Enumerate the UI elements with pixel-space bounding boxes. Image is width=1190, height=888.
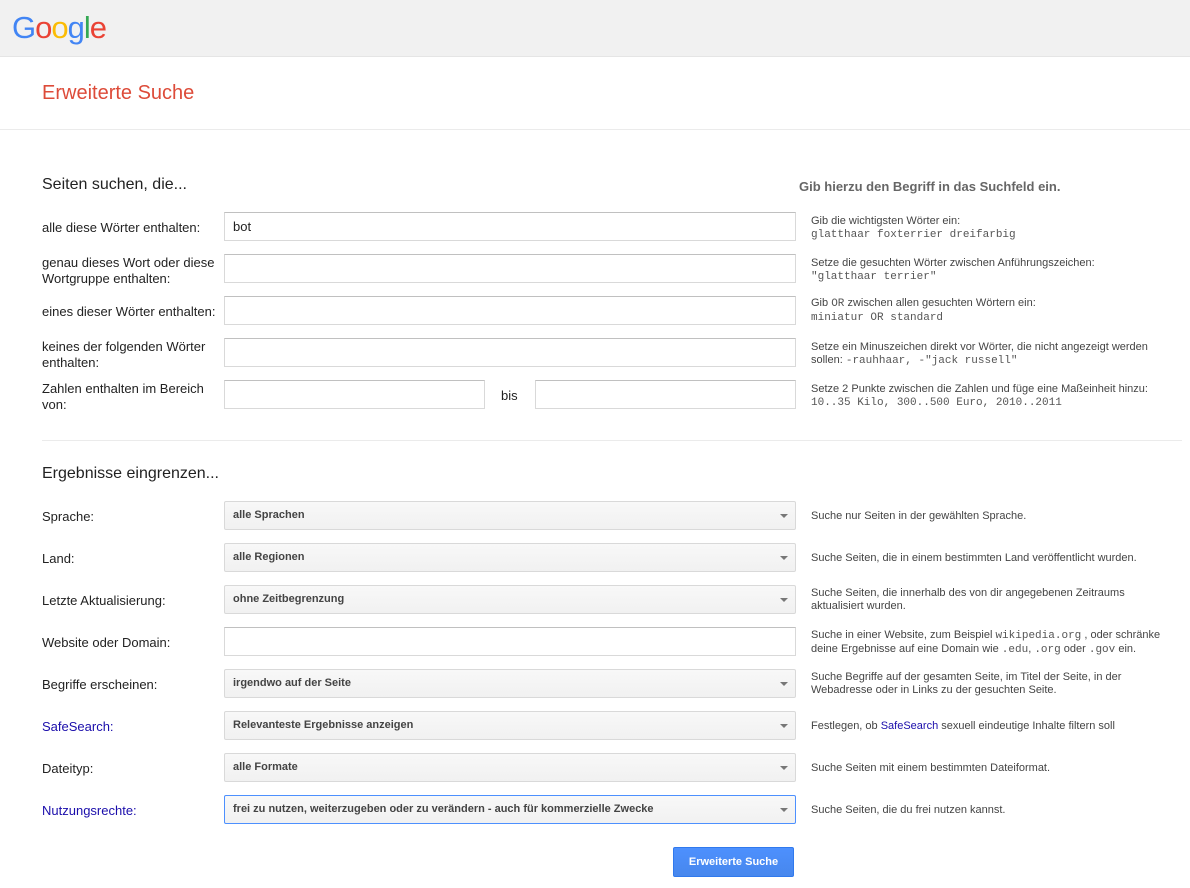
none-words-example: -rauhhaar, -"jack russell" bbox=[845, 355, 1018, 367]
terms-appear-value: irgendwo auf der Seite bbox=[233, 677, 351, 689]
page-title: Erweiterte Suche bbox=[42, 82, 195, 104]
logo-letter: o bbox=[35, 10, 52, 45]
any-words-help: Gib OR zwischen allen gesuchten Wörtern … bbox=[811, 297, 1036, 324]
last-update-value: ohne Zeitbegrenzung bbox=[233, 593, 345, 605]
usage-rights-value: frei zu nutzen, weiterzugeben oder zu ve… bbox=[233, 803, 654, 815]
region-select[interactable]: alle Regionen bbox=[224, 543, 796, 572]
safesearch-value: Relevanteste Ergebnisse anzeigen bbox=[233, 719, 414, 731]
chevron-down-icon bbox=[780, 556, 788, 560]
chevron-down-icon bbox=[780, 724, 788, 728]
language-label: Sprache: bbox=[42, 509, 95, 524]
logo-letter: o bbox=[51, 10, 68, 45]
range-from-input[interactable] bbox=[224, 380, 485, 409]
all-words-label: alle diese Wörter enthalten: bbox=[42, 220, 201, 235]
none-words-help: Setze ein Minuszeichen direkt vor Wörter… bbox=[811, 341, 1148, 367]
range-to-label: bis bbox=[501, 388, 518, 403]
terms-appear-help: Suche Begriffe auf der gesamten Seite, i… bbox=[811, 671, 1122, 696]
chevron-down-icon bbox=[780, 766, 788, 770]
region-label: Land: bbox=[42, 551, 75, 566]
number-range-label: Zahlen enthalten im Bereich von: bbox=[42, 381, 204, 412]
safesearch-help-link[interactable]: SafeSearch bbox=[881, 720, 938, 732]
number-range-help: Setze 2 Punkte zwischen die Zahlen und f… bbox=[811, 383, 1148, 409]
find-pages-heading: Seiten suchen, die... bbox=[42, 176, 187, 193]
exact-phrase-example: "glatthaar terrier" bbox=[811, 271, 937, 283]
section-divider bbox=[42, 440, 1182, 441]
number-range-example: 10..35 Kilo, 300..500 Euro, 2010..2011 bbox=[811, 397, 1062, 409]
filetype-value: alle Formate bbox=[233, 761, 298, 773]
region-help: Suche Seiten, die in einem bestimmten La… bbox=[811, 552, 1137, 564]
safesearch-link[interactable]: SafeSearch: bbox=[42, 719, 222, 735]
any-words-input[interactable] bbox=[224, 296, 796, 325]
language-value: alle Sprachen bbox=[233, 509, 305, 521]
advanced-search-button[interactable]: Erweiterte Suche bbox=[673, 847, 794, 877]
site-domain-input[interactable] bbox=[224, 627, 796, 656]
any-words-label: eines dieser Wörter enthalten: bbox=[42, 304, 216, 319]
usage-rights-link[interactable]: Nutzungsrechte: bbox=[42, 803, 222, 819]
chevron-down-icon bbox=[780, 682, 788, 686]
exact-phrase-label: genau dieses Wort oder diese Wortgruppe … bbox=[42, 255, 215, 286]
site-domain-help: Suche in einer Website, zum Beispiel wik… bbox=[811, 629, 1161, 656]
usage-rights-select[interactable]: frei zu nutzen, weiterzugeben oder zu ve… bbox=[224, 795, 796, 824]
logo-letter: G bbox=[12, 10, 36, 45]
safesearch-help: Festlegen, ob SafeSearch sexuell eindeut… bbox=[811, 720, 1115, 732]
region-value: alle Regionen bbox=[233, 551, 305, 563]
none-words-label: keines der folgenden Wörter enthalten: bbox=[42, 339, 206, 370]
any-words-example: miniatur OR standard bbox=[811, 312, 944, 324]
usage-rights-help: Suche Seiten, die du frei nutzen kannst. bbox=[811, 804, 1006, 816]
none-words-input[interactable] bbox=[224, 338, 796, 367]
filetype-select[interactable]: alle Formate bbox=[224, 753, 796, 782]
safesearch-select[interactable]: Relevanteste Ergebnisse anzeigen bbox=[224, 711, 796, 740]
terms-appear-select[interactable]: irgendwo auf der Seite bbox=[224, 669, 796, 698]
logo-letter: g bbox=[67, 10, 85, 45]
filetype-help: Suche Seiten mit einem bestimmten Dateif… bbox=[811, 762, 1051, 774]
chevron-down-icon bbox=[780, 598, 788, 602]
range-to-input[interactable] bbox=[535, 380, 796, 409]
chevron-down-icon bbox=[780, 808, 788, 812]
last-update-label: Letzte Aktualisierung: bbox=[42, 593, 166, 608]
last-update-help: Suche Seiten, die innerhalb des von dir … bbox=[811, 587, 1125, 612]
top-bar: Google bbox=[0, 0, 1190, 57]
filetype-label: Dateityp: bbox=[42, 761, 94, 776]
language-select[interactable]: alle Sprachen bbox=[224, 501, 796, 530]
last-update-select[interactable]: ohne Zeitbegrenzung bbox=[224, 585, 796, 614]
language-help: Suche nur Seiten in der gewählten Sprach… bbox=[811, 510, 1027, 522]
all-words-help: Gib die wichtigsten Wörter ein: glatthaa… bbox=[811, 215, 1016, 241]
all-words-input[interactable] bbox=[224, 212, 796, 241]
exact-phrase-help: Setze die gesuchten Wörter zwischen Anfü… bbox=[811, 257, 1095, 283]
exact-phrase-input[interactable] bbox=[224, 254, 796, 283]
hint-heading: Gib hierzu den Begriff in das Suchfeld e… bbox=[799, 179, 1061, 194]
logo-letter: e bbox=[89, 10, 107, 45]
narrow-results-heading: Ergebnisse eingrenzen... bbox=[42, 465, 219, 482]
google-logo[interactable]: Google bbox=[12, 10, 107, 46]
all-words-example: glatthaar foxterrier dreifarbig bbox=[811, 229, 1016, 241]
site-domain-label: Website oder Domain: bbox=[42, 635, 171, 650]
terms-appear-label: Begriffe erscheinen: bbox=[42, 677, 158, 692]
chevron-down-icon bbox=[780, 514, 788, 518]
